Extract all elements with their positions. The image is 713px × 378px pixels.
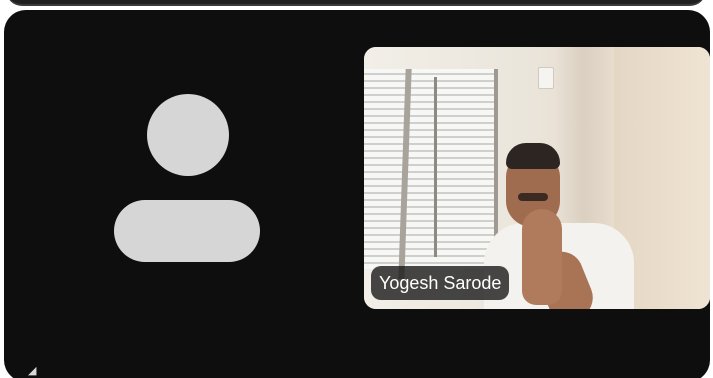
participant-moustache <box>518 193 548 201</box>
remote-participant-tile[interactable]: Yogesh Sarode <box>4 10 710 378</box>
previous-tile-edge <box>6 0 706 6</box>
participant-hair <box>506 143 560 169</box>
video-window-blinds <box>364 69 498 269</box>
avatar-head <box>147 94 229 176</box>
self-view-video-tile[interactable]: Yogesh Sarode <box>364 47 710 309</box>
corner-indicator-icon: ◢ <box>28 365 37 377</box>
avatar-body <box>114 200 260 262</box>
person-placeholder-icon <box>112 94 262 264</box>
video-call-screen: Yogesh Sarode ◢ <box>0 0 713 378</box>
participant-name-label: Yogesh Sarode <box>371 266 510 300</box>
video-wall-switch <box>538 67 554 89</box>
participant-folded-hands <box>522 209 562 305</box>
video-blind-cord <box>434 77 437 257</box>
